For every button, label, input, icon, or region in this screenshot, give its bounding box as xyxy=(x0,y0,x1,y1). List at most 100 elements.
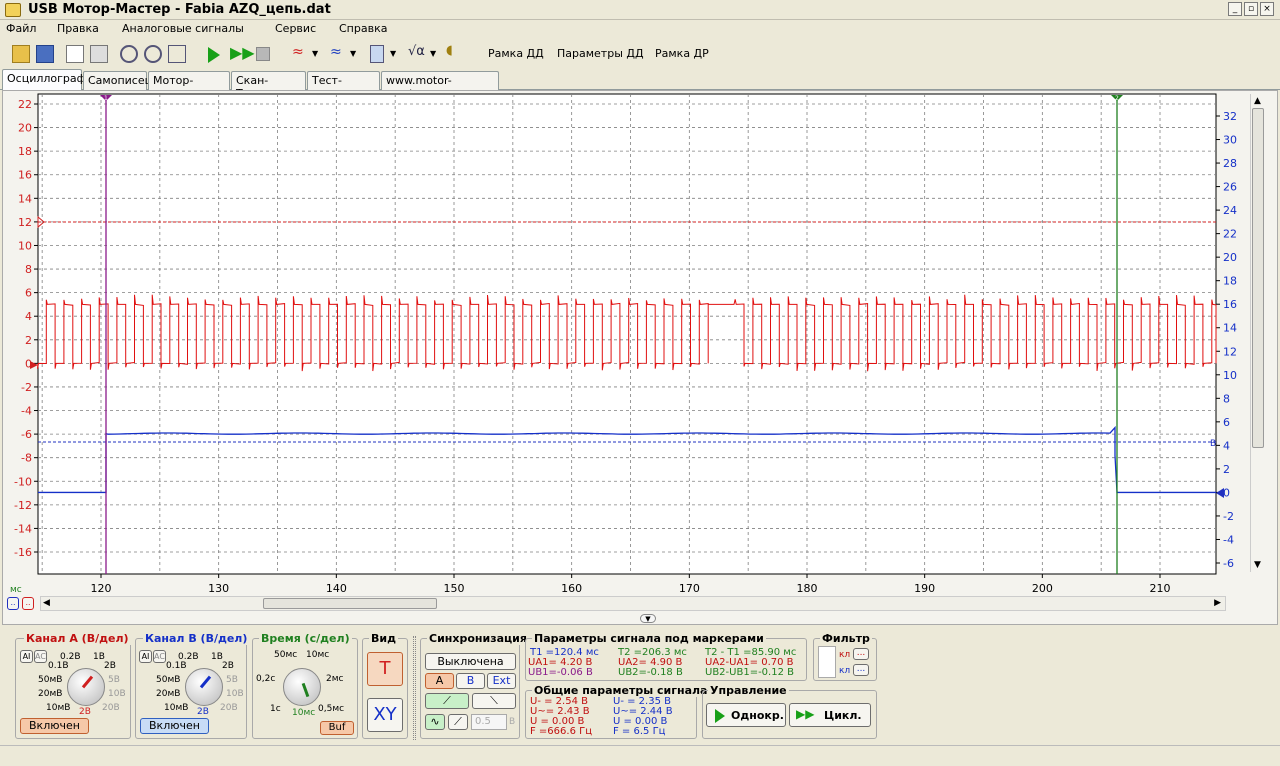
x-zoom-out-button[interactable]: .. xyxy=(7,597,19,610)
play-icon[interactable] xyxy=(208,47,220,63)
menu-bar: Файл Правка Аналоговые сигналы Сервис Сп… xyxy=(0,20,1280,40)
dropdown-arrow-icon[interactable]: ▼ xyxy=(390,49,408,67)
sound-icon[interactable]: ◖ xyxy=(446,43,464,61)
cycle-run-label: Цикл. xyxy=(824,709,862,722)
sync-channel-a-button[interactable]: A xyxy=(425,673,454,689)
scale-label: 20мВ xyxy=(38,689,63,699)
dropdown-arrow-icon[interactable]: ▼ xyxy=(312,49,330,67)
menu-help[interactable]: Справка xyxy=(339,22,387,35)
scale-label: 10мВ xyxy=(164,703,189,713)
horizontal-scrollbar[interactable]: ◀ ▶ xyxy=(40,596,1226,611)
channel-a-ac-button[interactable]: AC xyxy=(34,650,47,663)
scroll-right-icon[interactable]: ▶ xyxy=(1214,598,1221,608)
scroll-left-icon[interactable]: ◀ xyxy=(43,598,50,608)
vertical-scroll-thumb[interactable] xyxy=(1252,108,1264,448)
scale-label: 20В xyxy=(220,703,238,713)
channel-b-ac-button[interactable]: AC xyxy=(153,650,166,663)
tab-test-master[interactable]: Тест-мастер xyxy=(307,71,380,100)
frame-dd-button[interactable]: Рамка ДД xyxy=(488,47,544,60)
control-title: Управление xyxy=(708,684,789,697)
horizontal-scroll-thumb[interactable] xyxy=(263,598,437,609)
zoom-in-icon[interactable] xyxy=(120,45,138,63)
a-freq-value: F =666.6 Гц xyxy=(530,726,593,737)
minimize-button[interactable]: _ xyxy=(1228,2,1242,16)
channel-a-enable-button[interactable]: Включен xyxy=(20,718,89,734)
cycle-run-button[interactable]: ▶▶ Цикл. xyxy=(789,703,871,727)
falling-edge-icon[interactable]: ⟍ xyxy=(472,693,516,709)
tab-scan-tester[interactable]: Скан-Тестер xyxy=(231,71,306,100)
print-icon[interactable] xyxy=(90,45,108,63)
tab-motor-tester[interactable]: Мотор-тестер xyxy=(148,71,230,100)
menu-edit[interactable]: Правка xyxy=(57,22,99,35)
channel-a-scale-knob[interactable] xyxy=(67,668,105,706)
collapse-panel-icon[interactable]: ▼ xyxy=(640,614,656,623)
dropdown-arrow-icon[interactable]: ▼ xyxy=(350,49,368,67)
fast-play-icon[interactable]: ▶▶ xyxy=(230,43,255,62)
zoom-out-icon[interactable] xyxy=(144,45,162,63)
status-bar xyxy=(0,745,1280,766)
menu-file[interactable]: Файл xyxy=(6,22,36,35)
maximize-button[interactable]: ▫ xyxy=(1244,2,1258,16)
view-xy-button[interactable]: XY xyxy=(367,698,403,732)
control-panel: Канал А (В/дел) AI AC 0.2В 1В 0.1В 2В 50… xyxy=(0,628,1280,744)
scale-label: 10мВ xyxy=(46,703,71,713)
filter-indicator xyxy=(818,646,836,678)
single-run-button[interactable]: Однокр. xyxy=(706,703,786,727)
stop-icon[interactable] xyxy=(256,47,270,61)
sync-level-input[interactable]: 0.5 xyxy=(471,714,507,730)
channel-b-ai-button[interactable]: AI xyxy=(139,650,152,663)
channel-a-signal-icon[interactable]: ≈ xyxy=(292,44,310,62)
title-bar: USB Мотор-Мастер - Fabia AZQ_цепь.dat _ … xyxy=(0,0,1280,20)
print-preview-icon[interactable] xyxy=(66,45,84,63)
scale-label: 0,2с xyxy=(256,674,276,684)
view-time-button[interactable]: T xyxy=(367,652,403,686)
sync-channel-b-button[interactable]: B xyxy=(456,673,485,689)
sync-title: Синхронизация xyxy=(427,632,529,645)
close-button[interactable]: × xyxy=(1260,2,1274,16)
sync-mode-button[interactable]: Выключена xyxy=(425,653,516,670)
scale-label: 10В xyxy=(108,689,126,699)
manual-sync-icon[interactable]: ⟋ xyxy=(448,714,468,730)
channel-a-selected-scale: 2В xyxy=(79,707,91,717)
time-title: Время (с/дел) xyxy=(259,632,352,645)
math-function-icon[interactable]: √α xyxy=(408,44,426,62)
buffer-button[interactable]: Buf xyxy=(320,721,354,735)
scale-label: 0,5мс xyxy=(318,704,345,714)
filter-b-options-button[interactable]: ... xyxy=(853,664,869,676)
x-zoom-in-button[interactable]: .. xyxy=(22,597,34,610)
app-icon xyxy=(5,3,21,17)
scale-label: 0.1В xyxy=(166,661,187,671)
play-icon xyxy=(715,709,725,723)
tab-oscilloscope[interactable]: Осциллограф xyxy=(2,69,86,91)
scale-label: 5В xyxy=(108,675,120,685)
fast-play-icon: ▶▶ xyxy=(796,707,815,721)
frame-dr-button[interactable]: Рамка ДР xyxy=(655,47,709,60)
scroll-up-icon[interactable]: ▲ xyxy=(1254,96,1261,106)
scale-label: 2В xyxy=(104,661,116,671)
rising-edge-icon[interactable]: ⟋ xyxy=(425,693,469,709)
calculator-icon[interactable] xyxy=(370,45,384,63)
filter-a-options-button[interactable]: ... xyxy=(853,648,869,660)
channel-a-ai-button[interactable]: AI xyxy=(20,650,33,663)
tab-website[interactable]: www.motor-master.ru xyxy=(381,71,499,100)
save-icon[interactable] xyxy=(36,45,54,63)
open-icon[interactable] xyxy=(12,45,30,63)
auto-sync-icon[interactable]: ∿ xyxy=(425,714,445,730)
tab-recorder[interactable]: Самописец xyxy=(83,71,152,90)
menu-analog-signals[interactable]: Аналоговые сигналы xyxy=(122,22,244,35)
scale-label: 50мс xyxy=(274,650,298,660)
params-dd-button[interactable]: Параметры ДД xyxy=(557,47,644,60)
vertical-scrollbar[interactable]: ▲ ▼ xyxy=(1250,94,1265,572)
channel-b-scale-knob[interactable] xyxy=(185,668,223,706)
zoom-fit-icon[interactable] xyxy=(168,45,186,63)
channel-b-signal-icon[interactable]: ≈ xyxy=(330,44,348,62)
channel-b-enable-button[interactable]: Включен xyxy=(140,718,209,734)
separator xyxy=(413,636,416,740)
menu-service[interactable]: Сервис xyxy=(275,22,316,35)
window-title: USB Мотор-Мастер - Fabia AZQ_цепь.dat xyxy=(28,2,331,17)
scale-label: 0.1В xyxy=(48,661,69,671)
scroll-down-icon[interactable]: ▼ xyxy=(1254,560,1261,570)
marker-params-title: Параметры сигнала под маркерами xyxy=(532,632,766,645)
scale-label: 10В xyxy=(226,689,244,699)
sync-ext-button[interactable]: Ext xyxy=(487,673,516,689)
